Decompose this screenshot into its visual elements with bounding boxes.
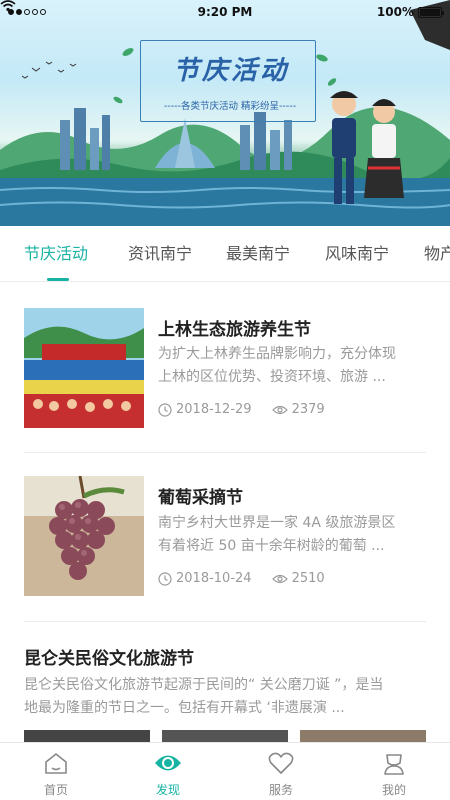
article-meta: 2018-10-24 2510 [158,571,325,586]
article-date: 2018-10-24 [176,571,252,586]
views-eye-icon [271,574,288,583]
banner-title: 节庆活动 [172,56,289,86]
clock-icon [158,571,172,586]
festival-banner[interactable]: 9:20 PM 100% 节庆活动 -----各类节庆活动 精彩纷呈----- [0,0,450,226]
article-description-line: 昆仑关民俗文化旅游节起源于民间的“ 关公磨刀诞 ”，是当 [24,677,384,693]
nav-label: 发现 [155,783,180,797]
battery-icon [418,6,444,18]
active-tab-indicator [47,278,69,281]
nav-label: 首页 [43,783,68,797]
status-bar: 9:20 PM 100% [0,0,450,24]
nav-mine[interactable]: 我的 [338,743,450,800]
article-meta: 2018-12-29 2379 [158,402,325,417]
wifi-icon [0,0,16,12]
clock-icon [158,402,172,417]
bottom-navigation: 首页 发现 服务 我的 [0,742,450,800]
tab-nanning-news[interactable]: 资讯南宁 [128,226,192,281]
tab-products[interactable]: 物产 [424,226,450,281]
tab-beautiful-nanning[interactable]: 最美南宁 [226,226,290,281]
article-date: 2018-12-29 [176,402,252,417]
home-icon [45,753,67,774]
user-icon [384,754,404,775]
views-eye-icon [271,405,288,414]
article-title[interactable]: 葡萄采摘节 [158,483,243,508]
article-title[interactable]: 上林生态旅游养生节 [158,315,311,340]
article-description: 为扩大上林养生品牌影响力，充分体现 上林的区位优势、投资环境、旅游 ... [158,343,430,389]
article-image [162,730,288,742]
article-image [300,730,426,742]
nav-label: 我的 [381,783,406,797]
article-description-line: 上林的区位优势、投资环境、旅游 ... [158,369,386,385]
eye-icon [155,755,181,771]
article-title[interactable]: 昆仑关民俗文化旅游节 [24,644,194,669]
article-description-line: 南宁乡村大世界是一家 4A 级旅游景区 [158,515,396,531]
article-thumbnail [24,476,144,596]
nav-discover[interactable]: 发现 [112,743,224,800]
battery-percent: 100% [376,5,414,19]
tab-nanning-flavor[interactable]: 风味南宁 [325,226,389,281]
article-description-line: 为扩大上林养生品牌影响力，充分体现 [158,346,396,362]
article-description: 昆仑关民俗文化旅游节起源于民间的“ 关公磨刀诞 ”，是当 地最为隆重的节日之一。… [24,674,430,720]
divider [24,452,426,453]
nav-home[interactable]: 首页 [0,743,112,800]
heart-icon [268,752,294,774]
article-views: 2510 [291,571,325,586]
article-image [24,730,150,742]
tab-festival-events[interactable]: 节庆活动 [24,226,88,281]
banner-subtitle: -----各类节庆活动 精彩纷呈----- [163,101,297,112]
article-description: 南宁乡村大世界是一家 4A 级旅游景区 有着将近 50 亩十余年树龄的葡萄 ..… [158,512,430,558]
nav-services[interactable]: 服务 [225,743,337,800]
divider [24,621,426,622]
article-views: 2379 [291,402,325,417]
article-description-line: 地最为隆重的节日之一。包括有开幕式 ‘非遗展演 ... [24,700,345,716]
nav-label: 服务 [268,783,293,797]
article-description-line: 有着将近 50 亩十余年树龄的葡萄 ... [158,538,385,554]
category-tabs: 节庆活动 资讯南宁 最美南宁 风味南宁 物产 [0,226,450,282]
article-thumbnail [24,308,144,428]
